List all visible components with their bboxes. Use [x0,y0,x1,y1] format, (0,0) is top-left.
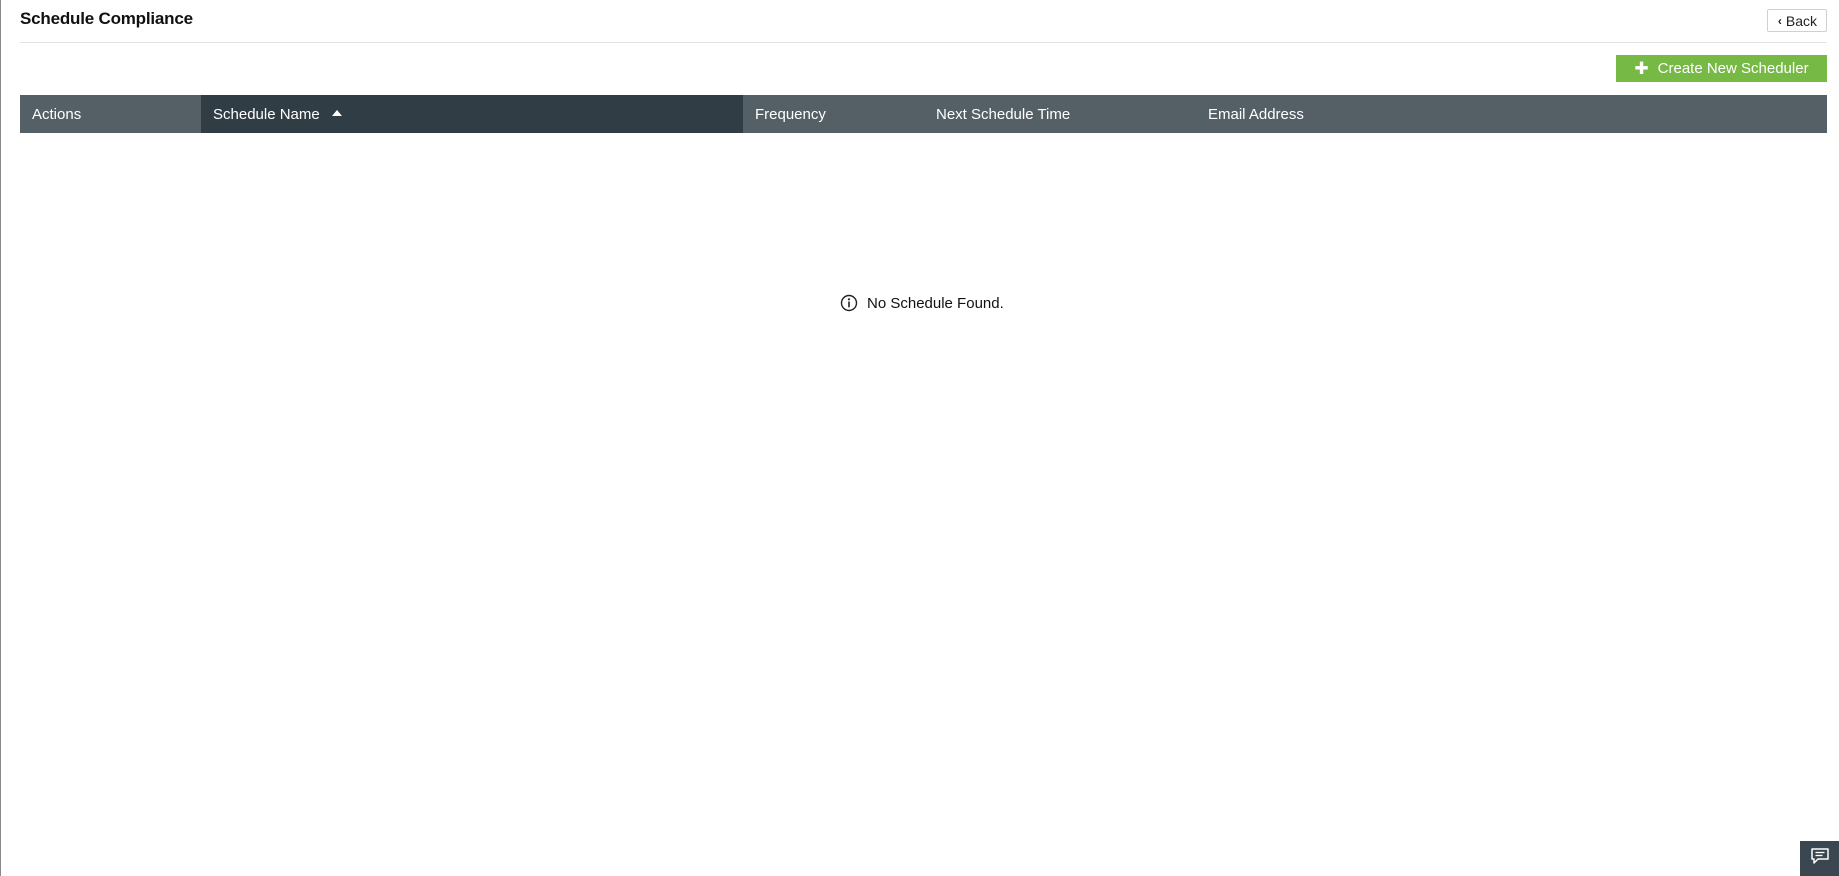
left-window-edge [0,0,1,876]
column-label: Next Schedule Time [936,105,1071,123]
plus-icon: ✚ [1634,59,1649,78]
column-header-frequency[interactable]: Frequency [743,95,924,133]
info-icon [840,294,858,312]
chat-icon [1810,847,1830,870]
sort-ascending-icon [331,110,342,116]
column-label: Frequency [755,105,826,123]
back-button-label: Back [1785,12,1817,29]
column-label: Email Address [1208,105,1304,123]
column-header-actions[interactable]: Actions [20,95,201,133]
empty-state-message: No Schedule Found. [840,294,1004,312]
chevron-left-icon: ‹ [1777,13,1782,28]
back-button[interactable]: ‹ Back [1766,9,1827,32]
column-label: Schedule Name [213,105,320,123]
column-header-email-address[interactable]: Email Address [1196,95,1827,133]
page-title: Schedule Compliance [20,9,193,28]
table-header: Actions Schedule Name Frequency Next Sch… [20,95,1827,133]
page-header: Schedule Compliance ‹ Back [20,0,1827,43]
empty-state-text: No Schedule Found. [867,294,1004,312]
chat-button[interactable] [1800,841,1839,876]
column-header-schedule-name[interactable]: Schedule Name [201,95,743,133]
create-new-scheduler-button[interactable]: ✚ Create New Scheduler [1616,55,1827,82]
create-button-label: Create New Scheduler [1657,60,1809,77]
column-label: Actions [32,105,82,123]
column-header-next-schedule-time[interactable]: Next Schedule Time [924,95,1196,133]
